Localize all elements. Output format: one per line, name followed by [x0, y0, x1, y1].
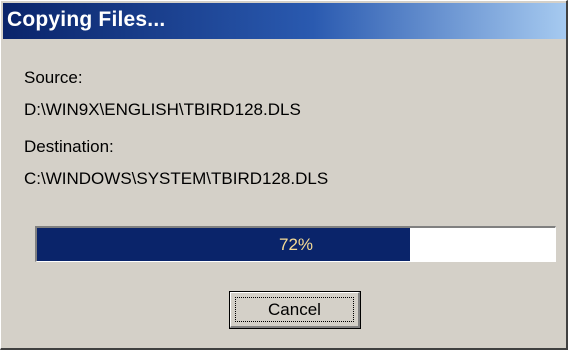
copy-files-dialog: Copying Files... Source: D:\WIN9X\ENGLIS… — [0, 0, 568, 350]
cancel-button[interactable]: Cancel — [229, 291, 361, 329]
progress-bar: 72% — [35, 226, 556, 262]
source-label: Source: — [24, 68, 83, 87]
source-path: D:\WIN9X\ENGLISH\TBIRD128.DLS — [24, 100, 301, 119]
window-title: Copying Files... — [7, 8, 166, 31]
cancel-button-label: Cancel — [235, 297, 354, 322]
progress-percent: 72% — [278, 235, 314, 254]
destination-label: Destination: — [24, 137, 114, 156]
title-bar[interactable]: Copying Files... — [3, 3, 566, 39]
destination-path: C:\WINDOWS\SYSTEM\TBIRD128.DLS — [24, 169, 329, 188]
